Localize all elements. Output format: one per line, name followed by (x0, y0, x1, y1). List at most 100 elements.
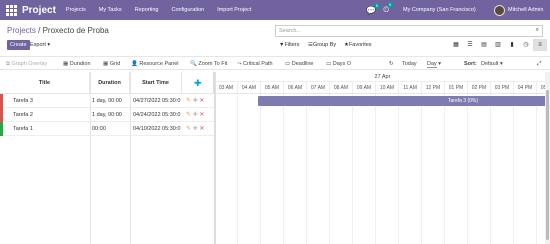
row-start: 04/27/2022 05:30:0 (133, 98, 181, 104)
company-switcher[interactable]: My Company (San Francisco) (403, 0, 476, 20)
menu-my-tasks[interactable]: My Tasks (99, 7, 122, 13)
graph-view-icon[interactable]: ▮ (505, 39, 519, 51)
favorites-button[interactable]: ★Favorites (344, 40, 372, 50)
sort-value: Default (481, 61, 499, 67)
scrollbar-thumb[interactable] (546, 90, 549, 240)
edit-icon[interactable]: ✎ (186, 112, 191, 118)
column-title[interactable]: Title (0, 72, 90, 94)
row-duration: 00:00 (92, 126, 106, 132)
create-button[interactable]: Create (7, 40, 30, 50)
timeline-hour: 11 AM (399, 82, 422, 93)
scale-select[interactable]: Day ▾ (427, 57, 455, 71)
resource-panel-button[interactable]: 👤 Resource Panel (131, 57, 179, 71)
add-subtask-icon[interactable]: ✚ (193, 98, 198, 104)
critical-path-button[interactable]: ⤳ Critical Path (237, 57, 273, 71)
search-placeholder: Search... (279, 28, 302, 34)
chat-icon: 💬 5 (366, 2, 380, 15)
menu-reporting[interactable]: Reporting (135, 7, 159, 13)
breadcrumb-separator: / (35, 26, 43, 35)
timeline-hour: 04 AM (238, 82, 261, 93)
apps-menu-icon[interactable] (6, 5, 17, 16)
timeline-gridline (398, 94, 399, 244)
add-subtask-icon[interactable]: ✚ (193, 126, 198, 132)
timeline-gridline (421, 94, 422, 244)
delete-icon[interactable]: ✕ (199, 126, 204, 132)
edit-icon[interactable]: ✎ (186, 126, 191, 132)
search-icon[interactable]: ⌕ (536, 27, 539, 34)
timeline-date: 27 Apr (215, 72, 550, 82)
timeline-gridline (490, 94, 491, 244)
app-brand[interactable]: Project (22, 5, 56, 16)
row-duration: 1 day, 00:00 (92, 112, 122, 118)
filters-button[interactable]: ▼Filters (279, 40, 299, 50)
graph-overlay-button[interactable]: ⧉ Graph Overlay (6, 57, 47, 71)
duration-toggle[interactable]: ▦ Duration (63, 57, 91, 71)
user-name: Mitchell Admin (508, 7, 544, 13)
column-duration[interactable]: Duration (90, 72, 130, 94)
clock-icon: ⏲ 5 (383, 2, 394, 14)
menu-configuration[interactable]: Configuration (171, 7, 204, 13)
menu-import-project[interactable]: Import Project (217, 7, 251, 13)
gantt-view-icon[interactable]: ≡ (533, 39, 547, 51)
column-start-time[interactable]: Start Time (130, 72, 182, 94)
user-menu[interactable]: Mitchell Admin (494, 0, 543, 20)
add-task-icon[interactable]: ✚ (194, 78, 202, 89)
zoom-to-fit-button[interactable]: 🔍 Zoom To Fit (190, 57, 227, 71)
deadline-button[interactable]: ▭ Deadline (285, 57, 313, 71)
chat-button[interactable]: 💬 5 (366, 0, 380, 20)
calendar-view-icon[interactable]: ▤ (477, 39, 491, 51)
sort-select[interactable]: Default ▾ (481, 57, 503, 71)
list-view-icon[interactable]: ☰ (463, 39, 477, 51)
delete-icon[interactable]: ✕ (199, 112, 204, 118)
row-start: 04/10/2022 05:30:0 (133, 126, 181, 132)
table-row[interactable]: Tarefa 1 00:00 04/10/2022 05:30:0 ✎ ✚ ✕ (0, 122, 215, 136)
group-by-button[interactable]: ☰Group By (308, 40, 336, 50)
timeline-hour: 01 PM (445, 82, 468, 93)
timeline-hour: 03 AM (215, 82, 238, 93)
row-title: Tarefa 2 (13, 112, 33, 118)
task-bar[interactable]: Tarefa 3 (0%) (258, 96, 548, 106)
vertical-scrollbar[interactable] (545, 72, 550, 244)
add-subtask-icon[interactable]: ✚ (193, 112, 198, 118)
timeline-hour: 09 AM (353, 82, 376, 93)
refresh-icon[interactable]: ↻ (389, 57, 394, 71)
timeline-hour: 02 PM (468, 82, 491, 93)
page-title: Proxecto de Proba (42, 26, 109, 35)
filters-label: Filters (284, 42, 300, 48)
timeline-grid (215, 94, 545, 244)
row-title: Tarefa 3 (13, 98, 33, 104)
column-divider (130, 72, 131, 244)
timeline-gridline (467, 94, 468, 244)
kanban-view-icon[interactable]: ▦ (449, 39, 463, 51)
days-off-button[interactable]: ▭ Days O (326, 57, 351, 71)
pivot-view-icon[interactable]: ▥ (491, 39, 505, 51)
deadline-label: Deadline (291, 61, 314, 67)
table-row[interactable]: Tarefa 2 1 day, 00:00 04/24/2022 05:30:0… (0, 108, 215, 122)
timeline-hour: 12 PM (422, 82, 445, 93)
row-color-bar (0, 108, 3, 122)
today-button[interactable]: Today (402, 57, 417, 71)
timeline-hour: 08 AM (330, 82, 353, 93)
row-color-bar (0, 94, 3, 108)
menu-projects[interactable]: Projects (66, 7, 86, 13)
graph-overlay-label: Graph Overlay (11, 61, 48, 67)
table-row[interactable]: Tarefa 3 1 day, 00:00 04/27/2022 05:30:0… (0, 94, 215, 108)
breadcrumb: Projects / Proxecto de Proba (7, 26, 109, 35)
activity-button[interactable]: ⏲ 5 (383, 0, 394, 20)
timeline-hour: 03 PM (491, 82, 514, 93)
export-button[interactable]: Export ▾ (30, 40, 50, 50)
scale-value: Day (427, 61, 437, 68)
timeline-gridline (352, 94, 353, 244)
expand-icon[interactable]: ⤢ (537, 57, 541, 71)
activity-view-icon[interactable]: ◷ (519, 39, 533, 51)
edit-icon[interactable]: ✎ (186, 98, 191, 104)
row-color-bar (0, 122, 3, 136)
chat-badge: 5 (373, 2, 380, 9)
grid-toggle[interactable]: ▦ Grid (103, 57, 120, 71)
timeline-gridline (536, 94, 537, 244)
timeline-gridline (329, 94, 330, 244)
breadcrumb-projects[interactable]: Projects (7, 26, 36, 35)
resource-panel-label: Resource Panel (139, 61, 179, 67)
search-input[interactable]: Search... ⌕ (275, 25, 543, 37)
delete-icon[interactable]: ✕ (199, 98, 204, 104)
